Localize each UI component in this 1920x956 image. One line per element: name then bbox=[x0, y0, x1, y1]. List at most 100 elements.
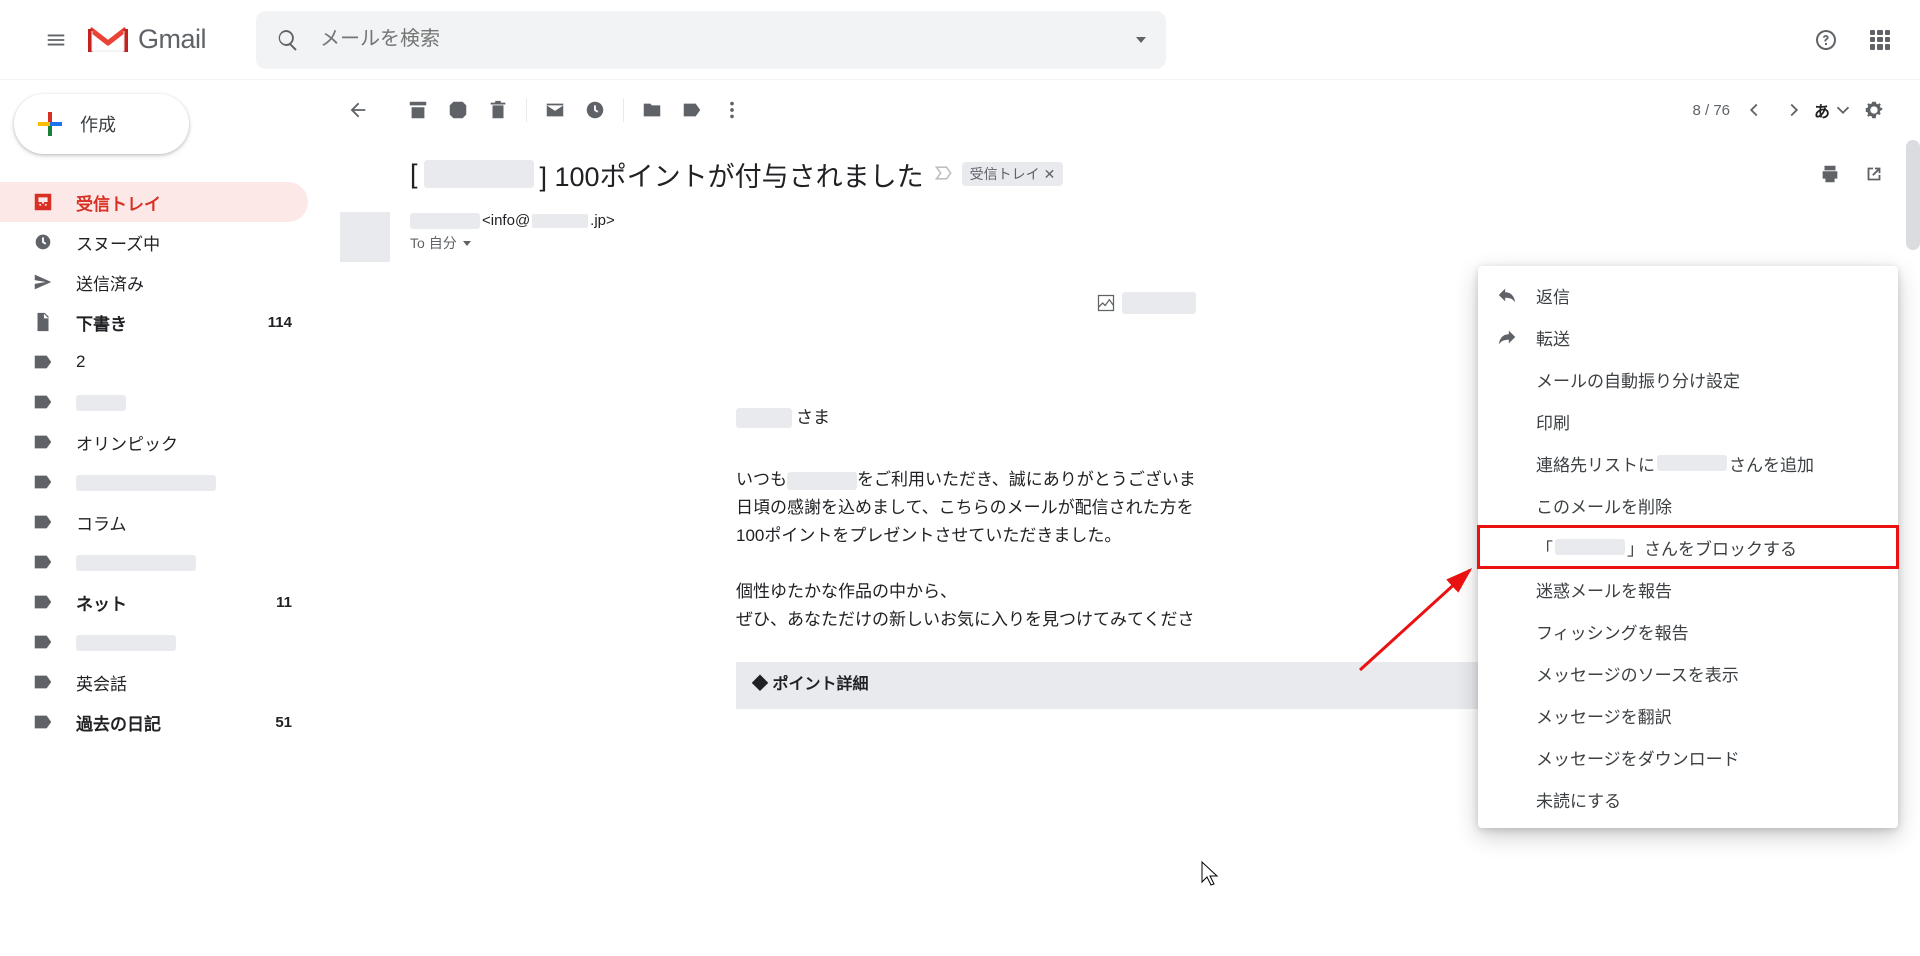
gmail-m-icon bbox=[88, 25, 128, 55]
menu-print[interactable]: 印刷 bbox=[1478, 400, 1898, 442]
p5: ぜひ、あなただけの新しいお気に入りを見つけてみてくださ bbox=[736, 610, 1195, 629]
separator bbox=[526, 98, 527, 122]
plus-icon bbox=[38, 112, 62, 136]
sidebar-item-snoozed[interactable]: スヌーズ中 bbox=[0, 222, 308, 262]
sidebar-item-count: 51 bbox=[275, 714, 292, 731]
menu-forward[interactable]: 転送 bbox=[1478, 316, 1898, 358]
scrollbar[interactable] bbox=[1906, 140, 1920, 250]
to-value: 自分 bbox=[429, 233, 457, 253]
broken-image-icon bbox=[1096, 293, 1116, 313]
ime-button[interactable]: あ bbox=[1814, 90, 1854, 130]
sidebar-item-label-eikaiwa[interactable]: 英会話 bbox=[0, 662, 308, 702]
menu-label: フィッシングを報告 bbox=[1536, 619, 1689, 644]
sidebar-item-label-column[interactable]: コラム bbox=[0, 502, 308, 542]
sidebar-item-count: 11 bbox=[276, 594, 292, 611]
mark-unread-button[interactable] bbox=[535, 90, 575, 130]
trash-icon bbox=[487, 99, 509, 121]
subject-prefix: [ bbox=[410, 159, 418, 190]
sender-info: <info@ .jp> To 自分 bbox=[410, 212, 615, 253]
menu-label: このメールを削除 bbox=[1536, 493, 1672, 518]
search-icon bbox=[276, 28, 300, 52]
menu-report-phishing[interactable]: フィッシングを報告 bbox=[1478, 610, 1898, 652]
delete-button[interactable] bbox=[478, 90, 518, 130]
sidebar-item-label: 過去の日記 bbox=[76, 710, 275, 735]
sidebar-item-label-redacted-3[interactable] bbox=[0, 542, 308, 582]
ime-label: あ bbox=[1814, 98, 1830, 122]
paragraph: 個性ゆたかな作品の中から、 ぜひ、あなただけの新しいお気に入りを見つけてみてくだ… bbox=[736, 578, 1556, 634]
sidebar-item-label-net[interactable]: ネット 11 bbox=[0, 582, 308, 622]
search-bar[interactable] bbox=[256, 11, 1166, 69]
toolbar: 8 / 76 あ bbox=[320, 80, 1912, 140]
menu-block-sender[interactable]: 「」さんをブロックする bbox=[1478, 526, 1898, 568]
menu-label: 返信 bbox=[1536, 283, 1570, 308]
sidebar-item-inbox[interactable]: 受信トレイ bbox=[0, 182, 308, 222]
prev-button[interactable] bbox=[1734, 90, 1774, 130]
snooze-button[interactable] bbox=[575, 90, 615, 130]
open-new-button[interactable] bbox=[1854, 154, 1894, 194]
subject-actions bbox=[1810, 154, 1894, 194]
menu-delete[interactable]: このメールを削除 bbox=[1478, 484, 1898, 526]
compose-button[interactable]: 作成 bbox=[14, 94, 189, 154]
menu-label-suffix: さんを追加 bbox=[1729, 451, 1814, 476]
menu-filter[interactable]: メールの自動振り分け設定 bbox=[1478, 358, 1898, 400]
move-to-button[interactable] bbox=[632, 90, 672, 130]
menu-reply[interactable]: 返信 bbox=[1478, 274, 1898, 316]
menu-label: メッセージのソースを表示 bbox=[1536, 661, 1739, 686]
sidebar-item-label-2[interactable]: 2 bbox=[0, 342, 308, 382]
menu-show-original[interactable]: メッセージのソースを表示 bbox=[1478, 652, 1898, 694]
sidebar: 作成 受信トレイ スヌーズ中 送信済み 下書き 114 2 オ bbox=[0, 80, 320, 956]
logo[interactable]: Gmail bbox=[88, 24, 206, 55]
settings-button[interactable] bbox=[1854, 90, 1894, 130]
importance-marker[interactable] bbox=[934, 163, 954, 186]
message-more-menu: 返信 転送 メールの自動振り分け設定 印刷 連絡先リストにさんを追加 このメール… bbox=[1478, 266, 1898, 828]
sidebar-item-label-olympic[interactable]: オリンピック bbox=[0, 422, 308, 462]
help-button[interactable] bbox=[1806, 20, 1846, 60]
search-input[interactable] bbox=[320, 28, 1124, 51]
close-icon[interactable]: ✕ bbox=[1044, 166, 1056, 183]
label-icon bbox=[32, 351, 54, 373]
next-button[interactable] bbox=[1774, 90, 1814, 130]
sidebar-item-sent[interactable]: 送信済み bbox=[0, 262, 308, 302]
inbox-chip[interactable]: 受信トレイ ✕ bbox=[962, 162, 1064, 186]
back-button[interactable] bbox=[338, 90, 378, 130]
inbox-chip-label: 受信トレイ bbox=[970, 164, 1040, 184]
report-spam-button[interactable] bbox=[438, 90, 478, 130]
sidebar-item-label-diary[interactable]: 過去の日記 51 bbox=[0, 702, 308, 742]
menu-mark-unread[interactable]: 未読にする bbox=[1478, 778, 1898, 820]
label-icon bbox=[32, 671, 54, 693]
forward-icon bbox=[1496, 326, 1518, 348]
menu-label: メッセージを翻訳 bbox=[1536, 703, 1672, 728]
label-icon bbox=[32, 631, 54, 653]
to-line[interactable]: To 自分 bbox=[410, 233, 615, 253]
to-prefix: To bbox=[410, 235, 425, 251]
labels-button[interactable] bbox=[672, 90, 712, 130]
sidebar-item-drafts[interactable]: 下書き 114 bbox=[0, 302, 308, 342]
menu-download[interactable]: メッセージをダウンロード bbox=[1478, 736, 1898, 778]
apps-button[interactable] bbox=[1860, 20, 1900, 60]
sidebar-item-label-redacted-2[interactable] bbox=[0, 462, 308, 502]
draft-icon bbox=[32, 311, 54, 333]
sidebar-item-label-redacted-4[interactable] bbox=[0, 622, 308, 662]
mouse-cursor-icon bbox=[1200, 860, 1220, 888]
menu-label-prefix: 「 bbox=[1536, 535, 1553, 560]
clock-icon bbox=[32, 231, 54, 253]
search-options-dropdown-icon[interactable] bbox=[1136, 37, 1146, 43]
label-icon bbox=[32, 431, 54, 453]
sidebar-item-label-redacted-1[interactable] bbox=[0, 382, 308, 422]
menu-add-contact[interactable]: 連絡先リストにさんを追加 bbox=[1478, 442, 1898, 484]
more-button[interactable] bbox=[712, 90, 752, 130]
main-menu-button[interactable] bbox=[32, 16, 80, 64]
archive-button[interactable] bbox=[398, 90, 438, 130]
redacted bbox=[1555, 539, 1625, 555]
pager-text: 8 / 76 bbox=[1692, 102, 1730, 119]
print-button[interactable] bbox=[1810, 154, 1850, 194]
mail-icon bbox=[544, 99, 566, 121]
sidebar-item-label bbox=[76, 472, 292, 492]
subject-row: [ ] 100ポイントが付与されました 受信トレイ ✕ bbox=[320, 140, 1912, 204]
arrow-left-icon bbox=[347, 99, 369, 121]
menu-translate[interactable]: メッセージを翻訳 bbox=[1478, 694, 1898, 736]
menu-label: 転送 bbox=[1536, 325, 1570, 350]
chevron-right-icon bbox=[1783, 99, 1805, 121]
app-name: Gmail bbox=[138, 24, 206, 55]
menu-report-spam[interactable]: 迷惑メールを報告 bbox=[1478, 568, 1898, 610]
